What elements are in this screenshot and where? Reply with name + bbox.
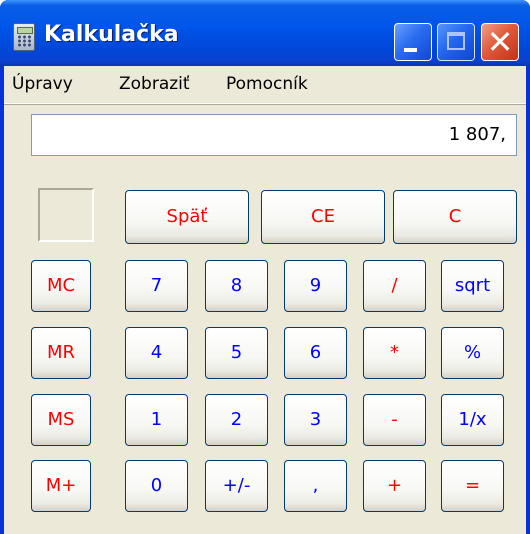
clear-entry-button[interactable]: CE [261,190,385,244]
digit-6-button[interactable]: 6 [284,327,347,379]
percent-button[interactable]: % [441,327,504,379]
backspace-button[interactable]: Späť [125,190,249,244]
memory-indicator [38,188,94,242]
digit-2-button[interactable]: 2 [205,394,268,446]
calculator-window: Kalkulačka ✕ Úpravy Zobraziť Pomocník 1 … [0,0,530,534]
memory-store-button[interactable]: MS [31,394,91,446]
decimal-button[interactable]: , [284,460,347,512]
menu-pomocnik[interactable]: Pomocník [226,74,308,94]
subtract-button[interactable]: - [363,394,426,446]
equals-button[interactable]: = [441,460,504,512]
minimize-button[interactable] [394,23,432,61]
memory-clear-button[interactable]: MC [31,260,91,312]
digit-0-button[interactable]: 0 [125,460,188,512]
digit-7-button[interactable]: 7 [125,260,188,312]
close-icon: ✕ [486,23,514,61]
window-title: Kalkulačka [44,22,179,47]
sign-toggle-button[interactable]: +/- [205,460,268,512]
multiply-button[interactable]: * [363,327,426,379]
result-display: 1 807, [31,114,517,156]
calculator-icon [13,23,35,51]
divide-button[interactable]: / [363,260,426,312]
memory-recall-button[interactable]: MR [31,327,91,379]
menu-bar: Úpravy Zobraziť Pomocník [4,66,526,104]
menu-upravy[interactable]: Úpravy [12,74,73,94]
digit-5-button[interactable]: 5 [205,327,268,379]
memory-add-button[interactable]: M+ [31,460,91,512]
digit-9-button[interactable]: 9 [284,260,347,312]
menu-zobrazit[interactable]: Zobraziť [119,74,190,94]
sqrt-button[interactable]: sqrt [441,260,504,312]
maximize-icon [447,32,465,50]
add-button[interactable]: + [363,460,426,512]
maximize-button[interactable] [437,23,475,61]
digit-1-button[interactable]: 1 [125,394,188,446]
title-bar[interactable]: Kalkulačka ✕ [0,0,530,66]
close-button[interactable]: ✕ [481,23,519,61]
digit-4-button[interactable]: 4 [125,327,188,379]
reciprocal-button[interactable]: 1/x [441,394,504,446]
digit-3-button[interactable]: 3 [284,394,347,446]
digit-8-button[interactable]: 8 [205,260,268,312]
clear-button[interactable]: C [393,190,517,244]
calculator-client-area: Úpravy Zobraziť Pomocník 1 807, Späť CE … [4,66,526,534]
minimize-icon [404,48,417,52]
